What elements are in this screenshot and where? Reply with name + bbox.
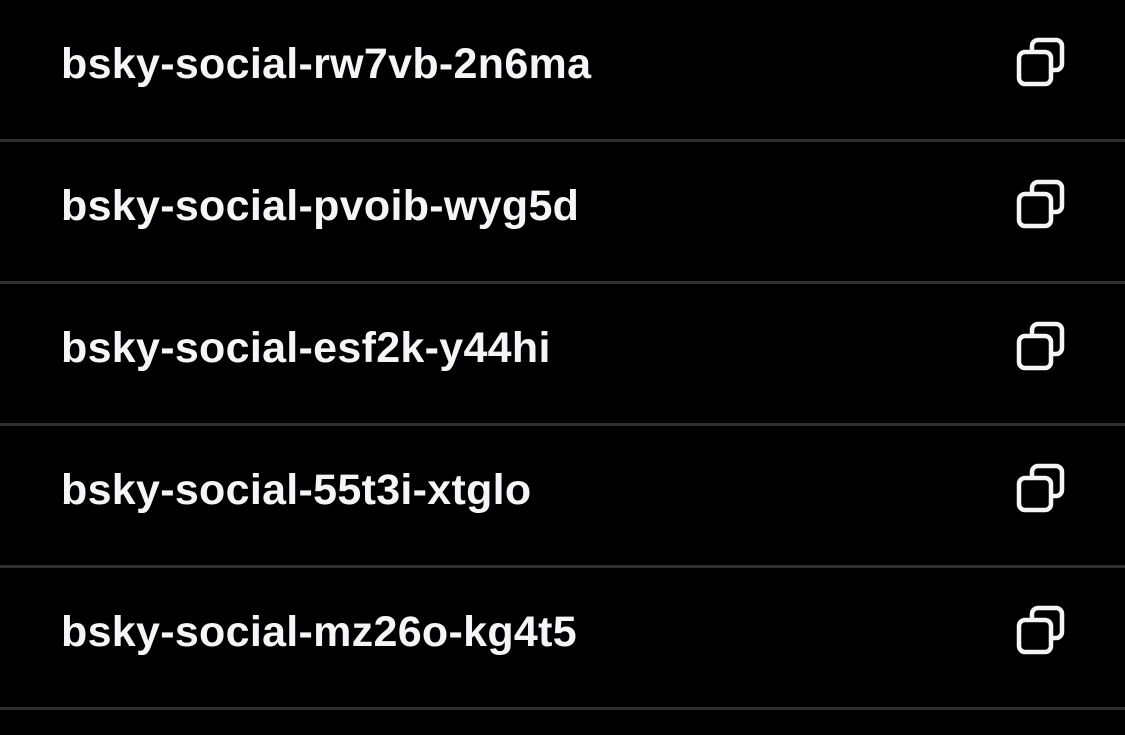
- copy-icon: [1016, 37, 1065, 87]
- copy-icon: [1016, 179, 1065, 229]
- invite-code-row: bsky-social-pvoib-wyg5d: [0, 142, 1125, 284]
- copy-icon: [1016, 605, 1065, 655]
- invite-code-text: bsky-social-pvoib-wyg5d: [61, 182, 580, 230]
- invite-code-row: bsky-social-55t3i-xtglo: [0, 426, 1125, 568]
- copy-icon: [1016, 463, 1065, 513]
- copy-button[interactable]: [1010, 36, 1070, 92]
- invite-code-row: bsky-social-mz26o-kg4t5: [0, 568, 1125, 710]
- copy-icon: [1016, 321, 1065, 371]
- invite-code-text: bsky-social-55t3i-xtglo: [61, 466, 532, 514]
- copy-button[interactable]: [1010, 320, 1070, 376]
- invite-code-text: bsky-social-mz26o-kg4t5: [61, 608, 577, 656]
- invite-code-row: bsky-social-esf2k-y44hi: [0, 284, 1125, 426]
- copy-button[interactable]: [1010, 178, 1070, 234]
- invite-code-text: bsky-social-rw7vb-2n6ma: [61, 40, 592, 88]
- copy-button[interactable]: [1010, 604, 1070, 660]
- invite-code-list: bsky-social-rw7vb-2n6ma bsky-social-pvoi…: [0, 0, 1125, 710]
- invite-code-text: bsky-social-esf2k-y44hi: [61, 324, 551, 372]
- copy-button[interactable]: [1010, 462, 1070, 518]
- invite-code-row: bsky-social-rw7vb-2n6ma: [0, 0, 1125, 142]
